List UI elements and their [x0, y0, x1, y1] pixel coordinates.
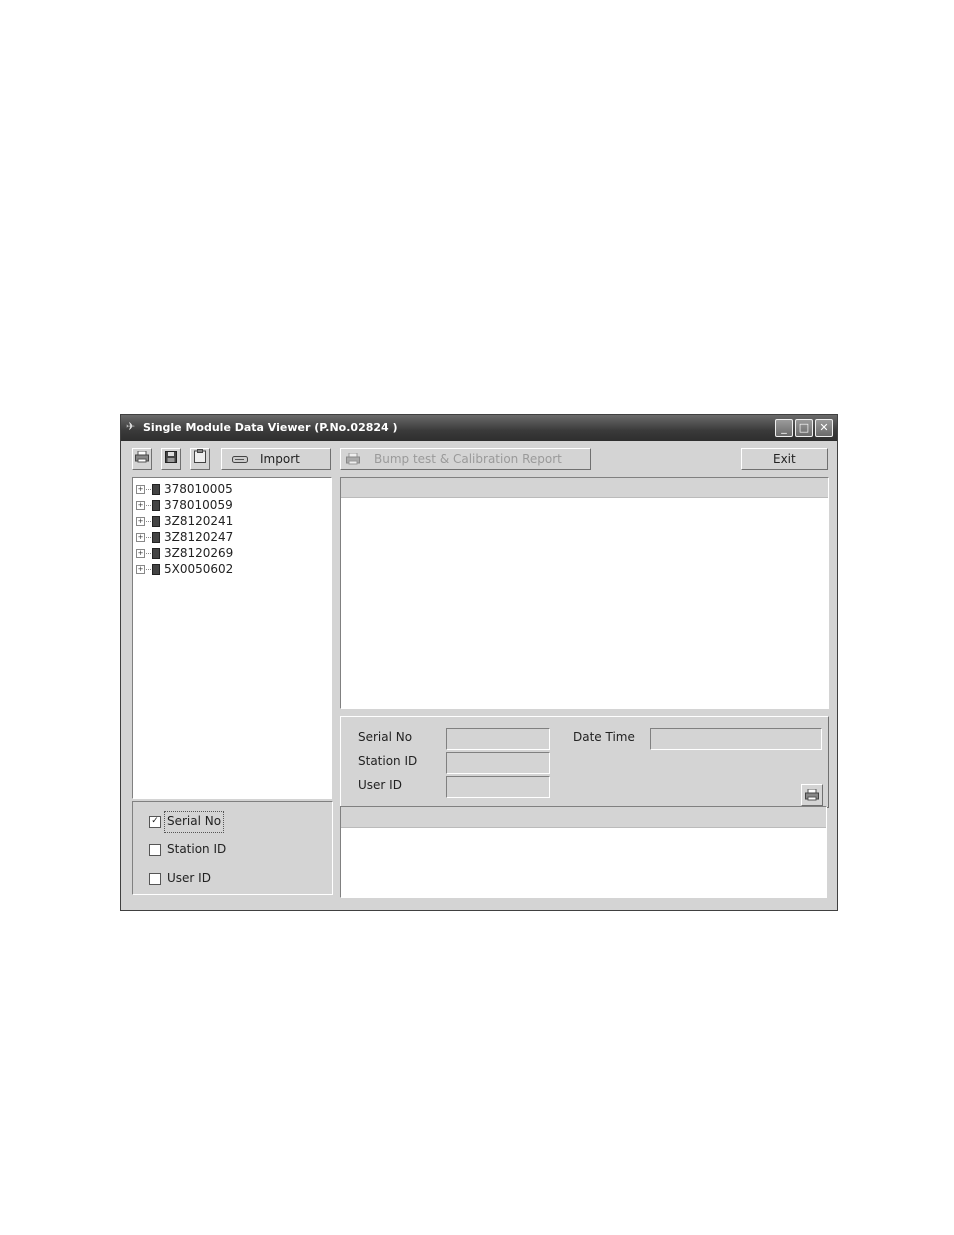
expand-icon[interactable]: + [136, 549, 145, 558]
title-bar[interactable]: ✈ Single Module Data Viewer (P.No.02824 … [121, 415, 837, 441]
date-time-field [650, 728, 822, 750]
exit-label: Exit [773, 452, 796, 466]
user-id-label: User ID [358, 778, 402, 792]
station-id-checkbox[interactable] [149, 844, 161, 856]
serial-no-focus: Serial No [164, 811, 224, 833]
details-panel: Serial No Station ID User ID Date Time [340, 716, 829, 808]
records-list[interactable] [340, 477, 829, 709]
app-logo-icon: ✈ [126, 420, 136, 433]
detail-records-list[interactable] [340, 806, 827, 898]
expand-icon[interactable]: + [136, 485, 145, 494]
printer-icon [135, 450, 149, 463]
tree-item[interactable]: +5X0050602 [136, 562, 233, 578]
exit-button[interactable]: Exit [741, 448, 828, 470]
device-icon [152, 500, 160, 511]
close-button[interactable]: ✕ [815, 419, 833, 437]
tree-item[interactable]: +378010059 [136, 498, 233, 514]
device-icon [152, 548, 160, 559]
serial-no-checkbox[interactable]: ✓ [149, 816, 161, 828]
device-icon [152, 516, 160, 527]
serial-no-field [446, 728, 550, 750]
station-id-filter-label[interactable]: Station ID [167, 842, 226, 856]
serial-no-label: Serial No [358, 730, 413, 744]
print-button[interactable] [132, 448, 152, 470]
filter-panel: ✓ Serial No Station ID User ID [132, 801, 333, 895]
clipboard-icon [194, 449, 206, 463]
tree-item[interactable]: +3Z8120241 [136, 514, 233, 530]
user-id-checkbox[interactable] [149, 873, 161, 885]
device-icon [152, 532, 160, 543]
clipboard-button[interactable] [190, 448, 210, 470]
details-print-button[interactable] [801, 784, 823, 806]
save-button[interactable] [161, 448, 181, 470]
maximize-button[interactable]: □ [795, 419, 813, 437]
import-label: Import [260, 452, 300, 466]
user-id-field [446, 776, 550, 798]
bump-report-button[interactable]: Bump test & Calibration Report [340, 448, 591, 470]
import-button[interactable]: Import [221, 448, 331, 470]
import-drive-icon [232, 456, 248, 463]
user-id-filter-label[interactable]: User ID [167, 871, 211, 885]
floppy-disk-icon [165, 451, 177, 463]
expand-icon[interactable]: + [136, 533, 145, 542]
expand-icon[interactable]: + [136, 501, 145, 510]
expand-icon[interactable]: + [136, 517, 145, 526]
printer-icon [805, 789, 819, 801]
expand-icon[interactable]: + [136, 565, 145, 574]
date-time-label: Date Time [573, 730, 635, 744]
device-tree[interactable]: +378010005 +378010059 +3Z8120241 +3Z8120… [132, 477, 332, 799]
report-printer-icon [346, 453, 360, 465]
device-icon [152, 484, 160, 495]
device-icon [152, 564, 160, 575]
tree-item[interactable]: +378010005 [136, 482, 233, 498]
detail-records-header[interactable] [341, 807, 826, 828]
records-list-header[interactable] [341, 478, 828, 498]
minimize-button[interactable]: _ [775, 419, 793, 437]
bump-report-label: Bump test & Calibration Report [374, 452, 562, 466]
station-id-label: Station ID [358, 754, 418, 768]
app-window: ✈ Single Module Data Viewer (P.No.02824 … [120, 414, 838, 911]
tree-item[interactable]: +3Z8120269 [136, 546, 233, 562]
window-title: Single Module Data Viewer (P.No.02824 ) [143, 421, 398, 434]
tree-item[interactable]: +3Z8120247 [136, 530, 233, 546]
serial-no-filter-label[interactable]: Serial No [167, 814, 221, 828]
station-id-field [446, 752, 550, 774]
